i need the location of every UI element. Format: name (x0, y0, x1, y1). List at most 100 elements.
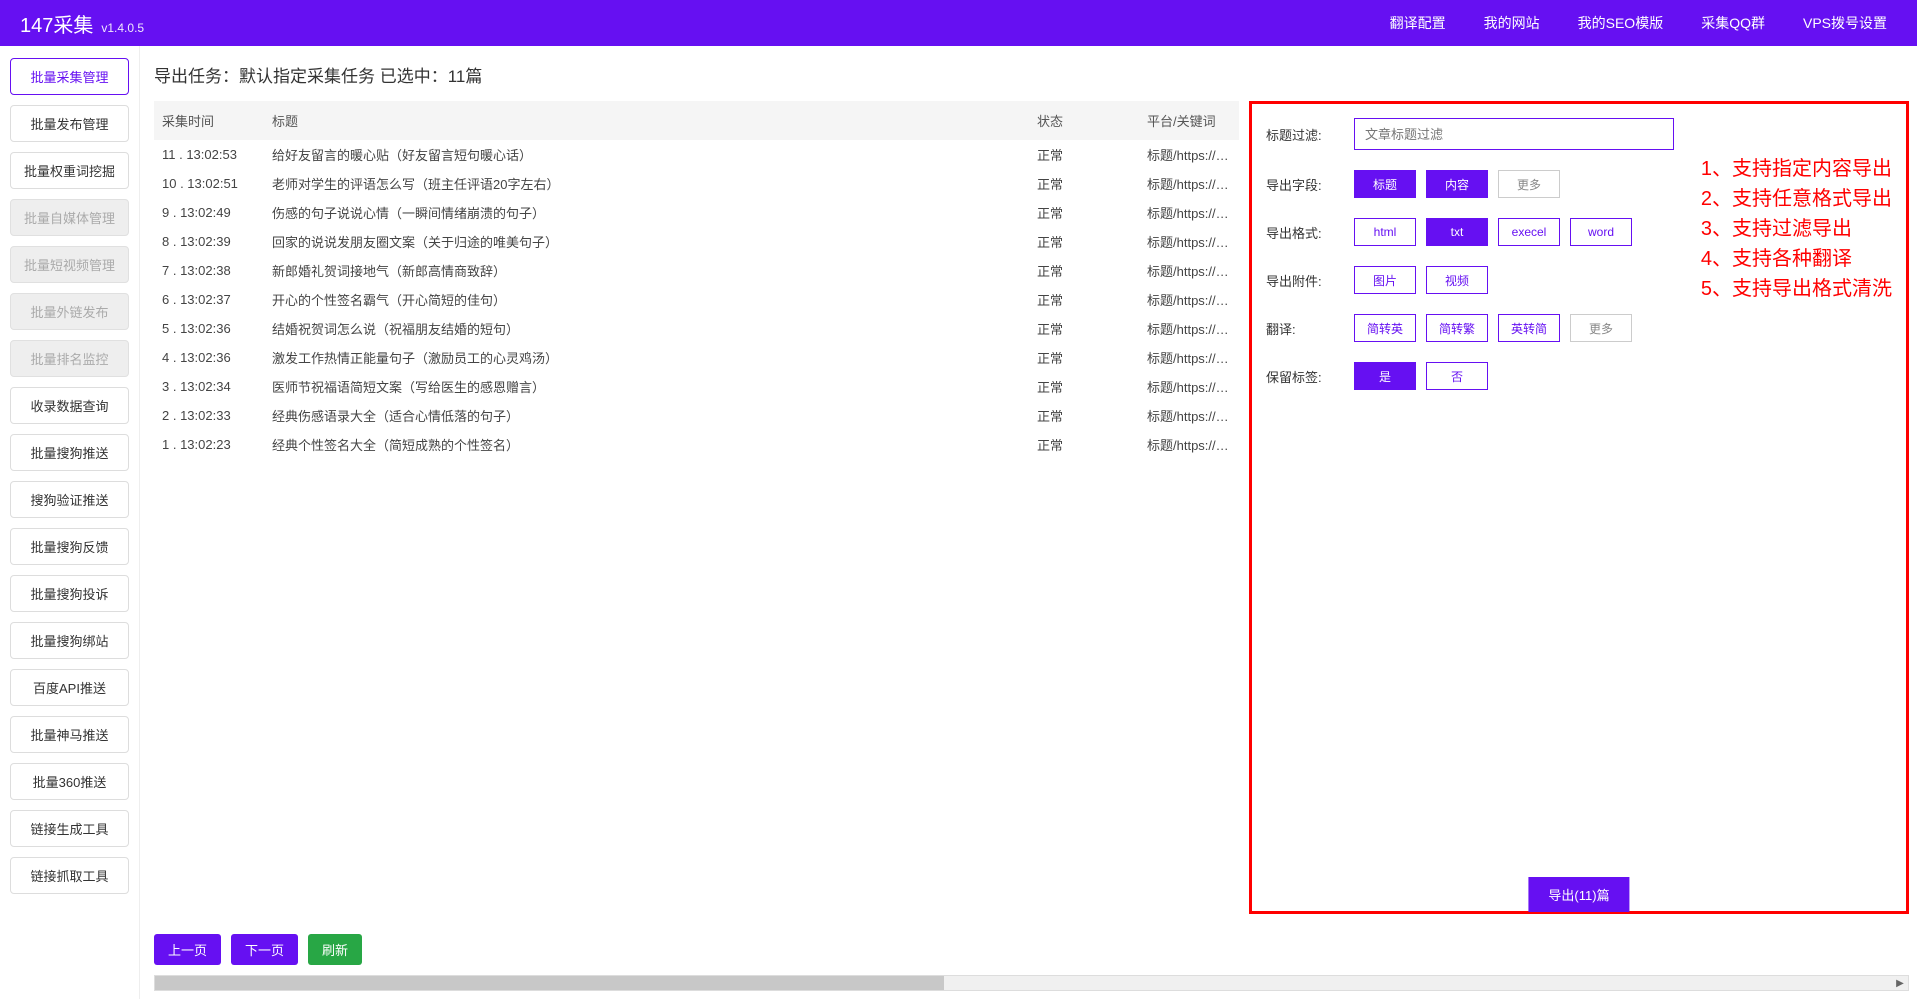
export-attach-option[interactable]: 视频 (1426, 266, 1488, 294)
cell-time: 1 . 13:02:23 (154, 430, 264, 459)
nav-qq-group[interactable]: 采集QQ群 (1701, 13, 1765, 33)
app-header: 147采集 v1.4.0.5 翻译配置 我的网站 我的SEO模版 采集QQ群 V… (0, 0, 1917, 46)
export-format-option[interactable]: html (1354, 218, 1416, 246)
cell-title: 伤感的句子说说心情（一瞬间情绪崩溃的句子） (264, 198, 1029, 227)
cell-platform: 标题/https://www (1139, 285, 1239, 314)
footer: 上一页 下一页 刷新 ▶ (154, 914, 1909, 991)
cell-time: 4 . 13:02:36 (154, 343, 264, 372)
sidebar-item[interactable]: 批量发布管理 (10, 105, 129, 142)
table-row[interactable]: 6 . 13:02:37开心的个性签名霸气（开心简短的佳句）正常标题/https… (154, 285, 1239, 314)
cell-time: 7 . 13:02:38 (154, 256, 264, 285)
table-row[interactable]: 11 . 13:02:53给好友留言的暖心贴（好友留言短句暖心话）正常标题/ht… (154, 140, 1239, 169)
table-row[interactable]: 4 . 13:02:36激发工作热情正能量句子（激励员工的心灵鸡汤）正常标题/h… (154, 343, 1239, 372)
scrollbar-right-arrow-icon[interactable]: ▶ (1892, 976, 1908, 990)
cell-title: 经典个性签名大全（简短成熟的个性签名） (264, 430, 1029, 459)
cell-status: 正常 (1029, 372, 1139, 401)
note-line: 3、支持过滤导出 (1701, 214, 1892, 244)
cell-time: 6 . 13:02:37 (154, 285, 264, 314)
sidebar-item[interactable]: 批量搜狗投诉 (10, 575, 129, 612)
translate-option[interactable]: 更多 (1570, 314, 1632, 342)
sidebar-item: 批量排名监控 (10, 340, 129, 377)
cell-title: 老师对学生的评语怎么写（班主任评语20字左右） (264, 169, 1029, 198)
table-row[interactable]: 3 . 13:02:34医师节祝福语简短文案（写给医生的感恩赠言）正常标题/ht… (154, 372, 1239, 401)
sidebar-item: 批量自媒体管理 (10, 199, 129, 236)
export-format-option[interactable]: txt (1426, 218, 1488, 246)
table-row[interactable]: 2 . 13:02:33经典伤感语录大全（适合心情低落的句子）正常标题/http… (154, 401, 1239, 430)
table-row[interactable]: 8 . 13:02:39回家的说说发朋友圈文案（关于归途的唯美句子）正常标题/h… (154, 227, 1239, 256)
sidebar-item[interactable]: 百度API推送 (10, 669, 129, 706)
label-export-fields: 导出字段: (1266, 175, 1354, 194)
sidebar-item[interactable]: 搜狗验证推送 (10, 481, 129, 518)
keep-tag-option[interactable]: 是 (1354, 362, 1416, 390)
label-keep-tag: 保留标签: (1266, 367, 1354, 386)
table-row[interactable]: 9 . 13:02:49伤感的句子说说心情（一瞬间情绪崩溃的句子）正常标题/ht… (154, 198, 1239, 227)
cell-time: 10 . 13:02:51 (154, 169, 264, 198)
table-row[interactable]: 1 . 13:02:23经典个性签名大全（简短成熟的个性签名）正常标题/http… (154, 430, 1239, 459)
sidebar-item[interactable]: 批量360推送 (10, 763, 129, 800)
task-table-wrap: 采集时间 标题 状态 平台/关键词 11 . 13:02:53给好友留言的暖心贴… (154, 101, 1239, 914)
app-version: v1.4.0.5 (101, 21, 144, 35)
table-row[interactable]: 7 . 13:02:38新郎婚礼贺词接地气（新郎高情商致辞）正常标题/https… (154, 256, 1239, 285)
scrollbar-thumb[interactable] (155, 976, 944, 990)
sidebar-item[interactable]: 收录数据查询 (10, 387, 129, 424)
main-content: 导出任务：默认指定采集任务 已选中：11篇 采集时间 标题 状态 平台/关键词 … (140, 46, 1917, 999)
sidebar-item[interactable]: 批量权重词挖掘 (10, 152, 129, 189)
label-export-attach: 导出附件: (1266, 271, 1354, 290)
cell-status: 正常 (1029, 314, 1139, 343)
header-brand-block: 147采集 v1.4.0.5 (20, 9, 144, 38)
prev-page-button[interactable]: 上一页 (154, 934, 221, 965)
sidebar-item[interactable]: 批量采集管理 (10, 58, 129, 95)
refresh-button[interactable]: 刷新 (308, 934, 362, 965)
nav-my-seo-template[interactable]: 我的SEO模版 (1578, 13, 1664, 33)
cell-status: 正常 (1029, 401, 1139, 430)
cell-title: 经典伤感语录大全（适合心情低落的句子） (264, 401, 1029, 430)
label-export-format: 导出格式: (1266, 223, 1354, 242)
sidebar-item[interactable]: 链接抓取工具 (10, 857, 129, 894)
translate-option[interactable]: 简转英 (1354, 314, 1416, 342)
note-line: 2、支持任意格式导出 (1701, 184, 1892, 214)
note-line: 1、支持指定内容导出 (1701, 154, 1892, 184)
cell-time: 11 . 13:02:53 (154, 140, 264, 169)
label-title-filter: 标题过滤: (1266, 125, 1354, 144)
feature-notes: 1、支持指定内容导出 2、支持任意格式导出 3、支持过滤导出 4、支持各种翻译 … (1701, 154, 1892, 304)
title-filter-input[interactable] (1354, 118, 1674, 150)
cell-status: 正常 (1029, 256, 1139, 285)
export-format-option[interactable]: word (1570, 218, 1632, 246)
translate-option[interactable]: 简转繁 (1426, 314, 1488, 342)
horizontal-scrollbar[interactable]: ▶ (154, 975, 1909, 991)
sidebar-item[interactable]: 链接生成工具 (10, 810, 129, 847)
cell-time: 5 . 13:02:36 (154, 314, 264, 343)
export-button[interactable]: 导出(11)篇 (1528, 877, 1629, 912)
sidebar-item: 批量外链发布 (10, 293, 129, 330)
export-field-option[interactable]: 标题 (1354, 170, 1416, 198)
header-nav: 翻译配置 我的网站 我的SEO模版 采集QQ群 VPS拨号设置 (1390, 13, 1897, 33)
export-attach-option[interactable]: 图片 (1354, 266, 1416, 294)
export-field-option[interactable]: 内容 (1426, 170, 1488, 198)
keep-tag-option[interactable]: 否 (1426, 362, 1488, 390)
cell-platform: 标题/https://www (1139, 430, 1239, 459)
sidebar-item[interactable]: 批量神马推送 (10, 716, 129, 753)
col-title: 标题 (264, 101, 1029, 140)
sidebar-item[interactable]: 批量搜狗绑站 (10, 622, 129, 659)
nav-my-site[interactable]: 我的网站 (1484, 13, 1540, 33)
cell-status: 正常 (1029, 140, 1139, 169)
cell-status: 正常 (1029, 343, 1139, 372)
table-row[interactable]: 10 . 13:02:51老师对学生的评语怎么写（班主任评语20字左右）正常标题… (154, 169, 1239, 198)
cell-time: 9 . 13:02:49 (154, 198, 264, 227)
export-field-option[interactable]: 更多 (1498, 170, 1560, 198)
nav-vps-dial[interactable]: VPS拨号设置 (1803, 13, 1887, 33)
cell-platform: 标题/https://www (1139, 256, 1239, 285)
export-format-option[interactable]: execel (1498, 218, 1560, 246)
col-platform: 平台/关键词 (1139, 101, 1239, 140)
label-translate: 翻译: (1266, 319, 1354, 338)
sidebar-item[interactable]: 批量搜狗反馈 (10, 528, 129, 565)
cell-title: 激发工作热情正能量句子（激励员工的心灵鸡汤） (264, 343, 1029, 372)
cell-platform: 标题/https://www (1139, 401, 1239, 430)
nav-translate-config[interactable]: 翻译配置 (1390, 13, 1446, 33)
next-page-button[interactable]: 下一页 (231, 934, 298, 965)
table-row[interactable]: 5 . 13:02:36结婚祝贺词怎么说（祝福朋友结婚的短句）正常标题/http… (154, 314, 1239, 343)
cell-time: 3 . 13:02:34 (154, 372, 264, 401)
sidebar-item[interactable]: 批量搜狗推送 (10, 434, 129, 471)
translate-option[interactable]: 英转简 (1498, 314, 1560, 342)
note-line: 5、支持导出格式清洗 (1701, 274, 1892, 304)
